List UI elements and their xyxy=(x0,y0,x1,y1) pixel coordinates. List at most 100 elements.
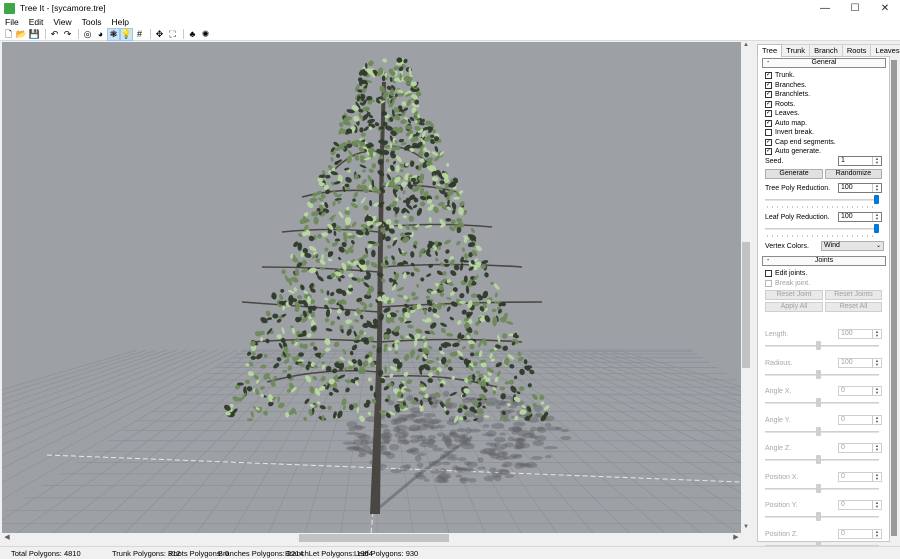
leaf-render-icon[interactable]: ❃ xyxy=(107,27,120,41)
tab-tree[interactable]: Tree xyxy=(757,44,783,57)
checkbox-icon[interactable]: ✓ xyxy=(765,91,772,98)
spin-arrows-icon[interactable]: ▲ ▼ xyxy=(872,472,881,481)
length-slider[interactable] xyxy=(765,345,879,347)
leaf-poly-slider-handle[interactable] xyxy=(874,224,879,233)
checkbox-icon[interactable]: ✓ xyxy=(765,119,772,127)
scroll-up-arrow-icon[interactable]: ▲ xyxy=(741,42,751,51)
checkbox-invert-break[interactable]: Invert break. xyxy=(765,128,814,137)
wireframe-icon[interactable]: ◎ xyxy=(82,29,93,40)
checkbox-icon[interactable] xyxy=(765,129,772,136)
spin-arrows-icon[interactable]: ▲ ▼ xyxy=(872,415,881,424)
apply-all-button[interactable]: Apply All xyxy=(765,302,823,312)
radious-slider-handle[interactable] xyxy=(816,369,821,379)
new-file-icon[interactable]: 🗋 xyxy=(3,29,14,40)
tab-trunk[interactable]: Trunk xyxy=(781,44,811,56)
scroll-thumb[interactable] xyxy=(742,242,750,368)
position-y-slider[interactable] xyxy=(765,516,879,518)
general-section-header[interactable]: - General xyxy=(762,58,886,68)
length-slider-handle[interactable] xyxy=(816,341,821,350)
checkbox-break-joint[interactable]: Break joint. xyxy=(765,279,810,288)
spin-arrows-icon[interactable]: ▲ ▼ xyxy=(872,444,881,452)
sun-settings-icon[interactable]: ✺ xyxy=(200,29,211,40)
spin-arrows-icon[interactable]: ▲ ▼ xyxy=(872,501,881,509)
checkbox-edit-joints[interactable]: Edit joints. xyxy=(765,269,807,278)
move-icon[interactable]: ✥ xyxy=(154,29,165,40)
viewport-horizontal-scrollbar[interactable]: ◀ ▶ xyxy=(2,533,741,543)
checkbox-branches[interactable]: ✓ Branches. xyxy=(765,81,807,90)
leaf-poly-slider[interactable] xyxy=(765,228,879,230)
radious-slider[interactable] xyxy=(765,373,879,376)
angle-z-slider[interactable] xyxy=(765,459,879,461)
reset-all-button[interactable]: Reset All xyxy=(825,302,882,312)
tab-branch[interactable]: Branch xyxy=(809,44,843,56)
tab-leaves[interactable]: Leaves xyxy=(870,44,900,56)
close-button[interactable]: ✕ xyxy=(870,0,900,16)
checkbox-cap-end-segments[interactable]: ✓ Cap end segments. xyxy=(765,138,836,147)
checkbox-icon[interactable]: ✓ xyxy=(765,110,772,117)
joints-section-header[interactable]: - Joints xyxy=(762,256,886,266)
spin-arrows-icon[interactable]: ▲ ▼ xyxy=(872,330,881,338)
checkbox-trunk[interactable]: ✓ Trunk. xyxy=(765,71,795,80)
minimize-button[interactable]: — xyxy=(810,0,840,16)
angle-y-stepper[interactable]: 0 ▲ ▼ xyxy=(838,414,882,425)
checkbox-branchlets[interactable]: ✓ Branchlets. xyxy=(765,90,810,99)
spin-arrows-icon[interactable]: ▲ ▼ xyxy=(872,213,881,221)
checkbox-auto-map[interactable]: ✓ Auto map. xyxy=(765,119,807,128)
undo-icon[interactable]: ↶ xyxy=(49,29,60,40)
position-x-slider-handle[interactable] xyxy=(816,483,821,493)
panel-scrollbar[interactable] xyxy=(890,56,898,542)
tree-wizard-icon[interactable]: ♣ xyxy=(187,29,198,40)
seed-stepper[interactable]: 1 ▲ ▼ xyxy=(838,156,882,166)
generate-button[interactable]: Generate xyxy=(765,169,823,179)
tree-poly-slider[interactable] xyxy=(765,199,879,201)
tree-poly-stepper[interactable]: 100 ▲ ▼ xyxy=(838,183,882,193)
angle-z-slider-handle[interactable] xyxy=(816,455,821,464)
tree-poly-slider-handle[interactable] xyxy=(874,195,879,204)
position-x-stepper[interactable]: 0 ▲ ▼ xyxy=(838,471,882,482)
scroll-thumb[interactable] xyxy=(299,534,449,542)
position-x-slider[interactable] xyxy=(765,487,879,490)
checkbox-icon[interactable] xyxy=(765,280,772,287)
checkbox-roots[interactable]: ✓ Roots. xyxy=(765,100,795,109)
fit-view-icon[interactable]: ⛶ xyxy=(167,29,178,40)
menu-tools[interactable]: Tools xyxy=(77,17,107,27)
checkbox-auto-generate[interactable]: ✓ Auto generate. xyxy=(765,147,821,156)
angle-y-slider[interactable] xyxy=(765,430,879,433)
spin-arrows-icon[interactable]: ▲ ▼ xyxy=(872,529,881,538)
save-icon[interactable]: 💾 xyxy=(29,29,40,40)
checkbox-icon[interactable]: ✓ xyxy=(765,81,772,89)
angle-z-stepper[interactable]: 0 ▲ ▼ xyxy=(838,443,882,453)
spin-arrows-icon[interactable]: ▲ ▼ xyxy=(872,157,881,165)
spin-arrows-icon[interactable]: ▲ ▼ xyxy=(872,358,881,367)
3d-viewport[interactable] xyxy=(2,42,741,533)
color-wheel-icon[interactable]: ◕ xyxy=(95,29,106,40)
spin-arrows-icon[interactable]: ▲ ▼ xyxy=(872,387,881,395)
collapse-icon[interactable]: - xyxy=(767,59,769,67)
position-z-stepper[interactable]: 0 ▲ ▼ xyxy=(838,528,882,539)
collapse-icon[interactable]: - xyxy=(767,257,769,265)
length-stepper[interactable]: 100 ▲ ▼ xyxy=(838,329,882,339)
menu-view[interactable]: View xyxy=(48,17,76,27)
light-bulb-icon[interactable]: 💡 xyxy=(120,27,133,41)
angle-x-slider-handle[interactable] xyxy=(816,398,821,407)
maximize-button[interactable]: ☐ xyxy=(840,0,870,16)
randomize-button[interactable]: Randomize xyxy=(825,169,882,179)
checkbox-icon[interactable]: ✓ xyxy=(765,138,772,146)
redo-icon[interactable]: ↷ xyxy=(62,29,73,40)
checkbox-leaves[interactable]: ✓ Leaves. xyxy=(765,109,800,118)
menu-help[interactable]: Help xyxy=(106,17,133,27)
checkbox-icon[interactable]: ✓ xyxy=(765,72,772,79)
vertex-colors-select[interactable]: Wind ⌄ xyxy=(821,241,884,251)
scroll-left-arrow-icon[interactable]: ◀ xyxy=(2,533,12,543)
position-y-stepper[interactable]: 0 ▲ ▼ xyxy=(838,500,882,510)
spin-arrows-icon[interactable]: ▲ ▼ xyxy=(872,184,881,192)
leaf-poly-stepper[interactable]: 100 ▲ ▼ xyxy=(838,212,882,222)
menu-file[interactable]: File xyxy=(0,17,24,27)
checkbox-icon[interactable]: ✓ xyxy=(765,148,772,155)
scroll-down-arrow-icon[interactable]: ▼ xyxy=(741,524,751,533)
scroll-right-arrow-icon[interactable]: ▶ xyxy=(731,533,741,543)
angle-x-stepper[interactable]: 0 ▲ ▼ xyxy=(838,386,882,396)
open-folder-icon[interactable]: 📂 xyxy=(16,29,27,40)
angle-x-slider[interactable] xyxy=(765,402,879,404)
reset-joint-button[interactable]: Reset Joint xyxy=(765,290,823,300)
